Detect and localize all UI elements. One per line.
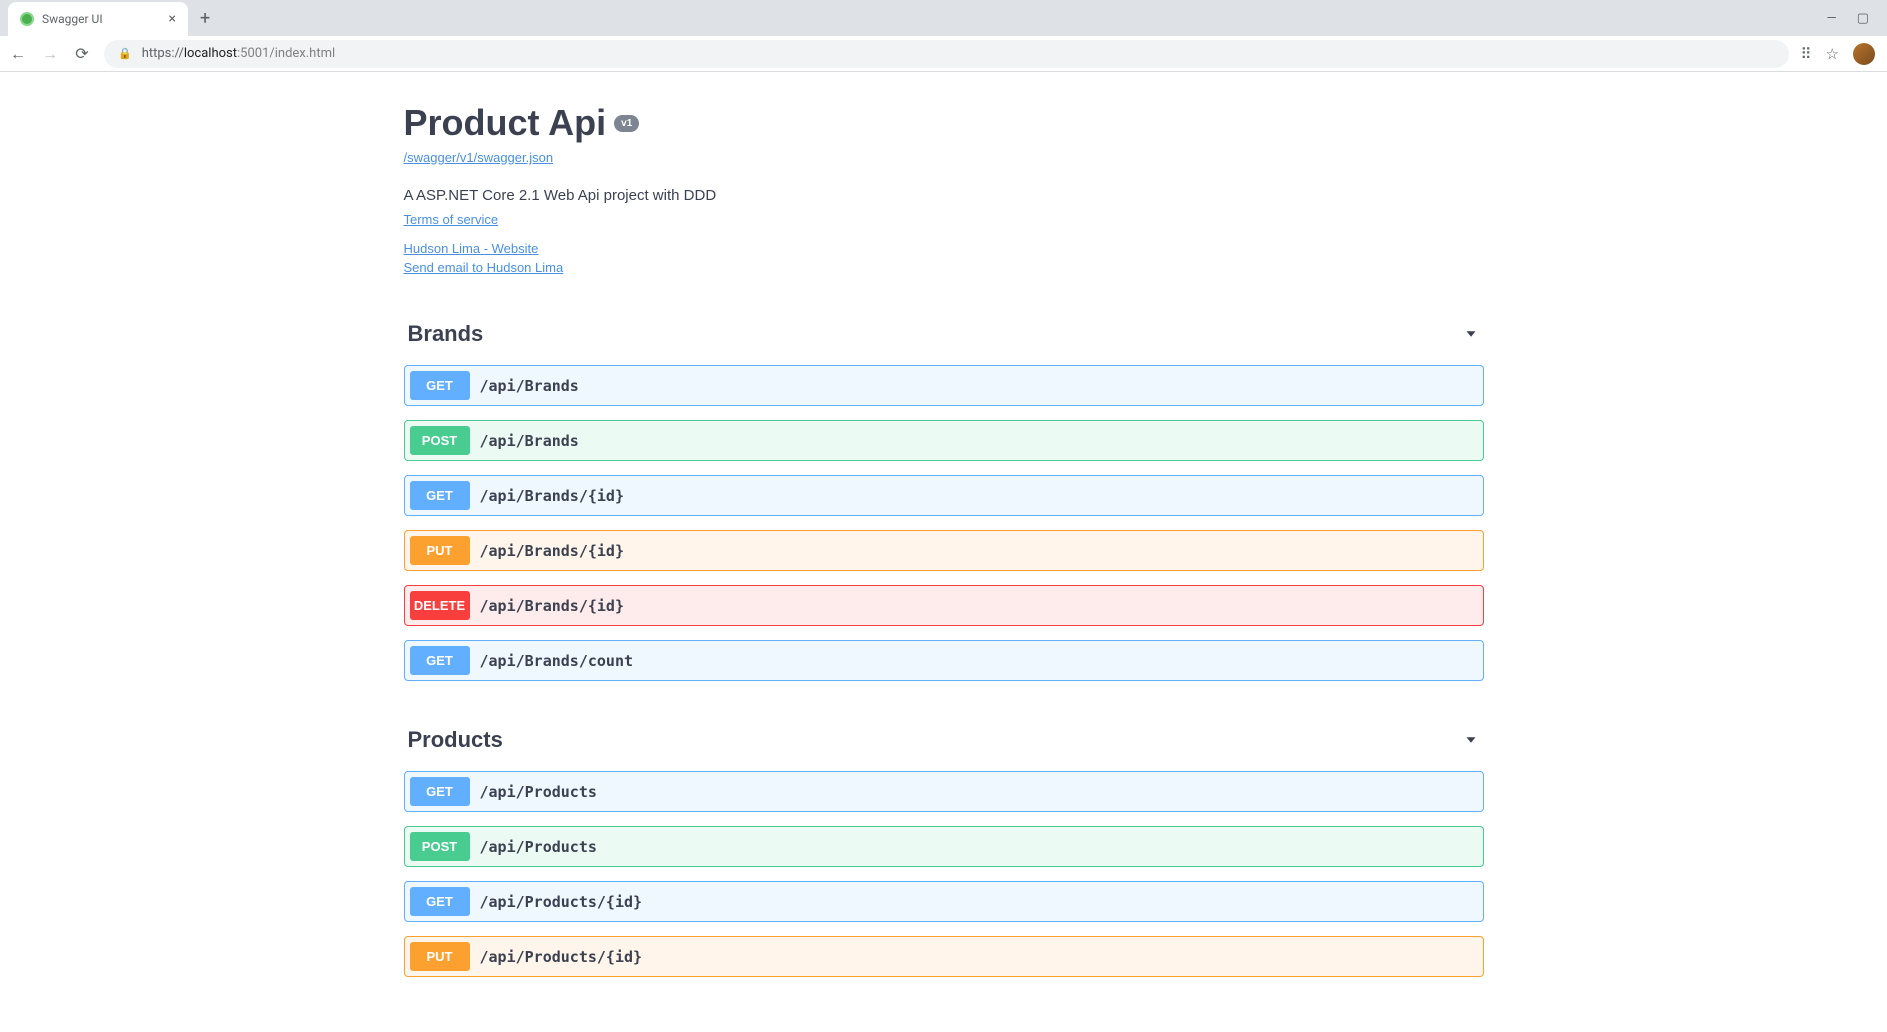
operation-path: /api/Products (480, 838, 597, 856)
method-badge: GET (410, 887, 470, 916)
contact-website-link[interactable]: Hudson Lima - Website (404, 241, 539, 256)
back-button[interactable]: ← (8, 44, 28, 64)
operation-path: /api/Brands (480, 432, 579, 450)
tag-name: Brands (408, 321, 484, 347)
method-badge: PUT (410, 536, 470, 565)
api-description: A ASP.NET Core 2.1 Web Api project with … (404, 187, 1484, 204)
method-badge: GET (410, 646, 470, 675)
api-info-links: Terms of service Hudson Lima - Website S… (404, 212, 1484, 275)
operation-block[interactable]: PUT/api/Brands/{id} (404, 530, 1484, 571)
url-text: https://localhost:5001/index.html (142, 46, 335, 61)
operation-path: /api/Brands/count (480, 652, 634, 670)
operation-summary[interactable]: POST/api/Brands (405, 421, 1483, 460)
operation-block[interactable]: GET/api/Products (404, 771, 1484, 812)
operations-list: GET/api/ProductsPOST/api/ProductsGET/api… (404, 771, 1484, 977)
toolbar-right: ⠿ ☆ (1801, 43, 1879, 65)
tab-strip: Swagger UI × + ― ▢ (0, 0, 1887, 36)
method-badge: DELETE (410, 591, 470, 620)
swagger-favicon-icon (20, 12, 34, 26)
operations-list: GET/api/BrandsPOST/api/BrandsGET/api/Bra… (404, 365, 1484, 681)
operation-block[interactable]: PUT/api/Products/{id} (404, 936, 1484, 977)
lock-icon: 🔒 (118, 47, 132, 60)
tag-name: Products (408, 727, 503, 753)
terms-link[interactable]: Terms of service (404, 212, 499, 227)
browser-chrome: Swagger UI × + ― ▢ ← → ⟳ 🔒 https://local… (0, 0, 1887, 72)
tag-section: BrandsGET/api/BrandsPOST/api/BrandsGET/a… (404, 315, 1484, 681)
operation-summary[interactable]: GET/api/Products/{id} (405, 882, 1483, 921)
reload-button[interactable]: ⟳ (72, 44, 92, 63)
tag-section: ProductsGET/api/ProductsPOST/api/Product… (404, 721, 1484, 977)
operation-path: /api/Products (480, 783, 597, 801)
operation-path: /api/Products/{id} (480, 948, 643, 966)
operation-block[interactable]: GET/api/Brands (404, 365, 1484, 406)
method-badge: GET (410, 481, 470, 510)
method-badge: GET (410, 777, 470, 806)
chevron-down-icon (1462, 325, 1480, 343)
operation-block[interactable]: POST/api/Products (404, 826, 1484, 867)
operation-block[interactable]: GET/api/Products/{id} (404, 881, 1484, 922)
close-tab-icon[interactable]: × (169, 11, 176, 27)
version-badge: v1 (614, 115, 639, 132)
bookmark-star-icon[interactable]: ☆ (1826, 45, 1839, 63)
tab-title: Swagger UI (42, 12, 161, 26)
method-badge: POST (410, 426, 470, 455)
maximize-button[interactable]: ▢ (1857, 11, 1869, 26)
operation-summary[interactable]: PUT/api/Products/{id} (405, 937, 1483, 976)
operation-path: /api/Brands/{id} (480, 542, 625, 560)
tag-header[interactable]: Brands (404, 315, 1484, 359)
api-title: Product Api v1 (404, 102, 640, 144)
swagger-json-link[interactable]: /swagger/v1/swagger.json (404, 150, 1484, 165)
operation-summary[interactable]: PUT/api/Brands/{id} (405, 531, 1483, 570)
method-badge: PUT (410, 942, 470, 971)
operation-summary[interactable]: GET/api/Brands (405, 366, 1483, 405)
browser-toolbar: ← → ⟳ 🔒 https://localhost:5001/index.htm… (0, 36, 1887, 72)
operation-block[interactable]: GET/api/Brands/count (404, 640, 1484, 681)
forward-button[interactable]: → (40, 44, 60, 64)
api-title-text: Product Api (404, 102, 607, 144)
operation-block[interactable]: DELETE/api/Brands/{id} (404, 585, 1484, 626)
minimize-button[interactable]: ― (1827, 11, 1837, 26)
browser-tab[interactable]: Swagger UI × (8, 2, 188, 36)
address-bar[interactable]: 🔒 https://localhost:5001/index.html (104, 40, 1789, 68)
operation-summary[interactable]: GET/api/Brands/{id} (405, 476, 1483, 515)
chevron-down-icon (1462, 731, 1480, 749)
operation-summary[interactable]: POST/api/Products (405, 827, 1483, 866)
method-badge: POST (410, 832, 470, 861)
method-badge: GET (410, 371, 470, 400)
new-tab-button[interactable]: + (200, 8, 210, 29)
contact-email-link[interactable]: Send email to Hudson Lima (404, 260, 564, 275)
profile-avatar[interactable] (1853, 43, 1875, 65)
window-controls: ― ▢ (1827, 11, 1887, 26)
operation-path: /api/Products/{id} (480, 893, 643, 911)
operation-block[interactable]: POST/api/Brands (404, 420, 1484, 461)
operation-summary[interactable]: GET/api/Products (405, 772, 1483, 811)
translate-icon[interactable]: ⠿ (1801, 45, 1812, 63)
swagger-content: Product Api v1 /swagger/v1/swagger.json … (384, 72, 1504, 1021)
operation-path: /api/Brands/{id} (480, 597, 625, 615)
operation-path: /api/Brands (480, 377, 579, 395)
tag-header[interactable]: Products (404, 721, 1484, 765)
operation-block[interactable]: GET/api/Brands/{id} (404, 475, 1484, 516)
operation-path: /api/Brands/{id} (480, 487, 625, 505)
operation-summary[interactable]: DELETE/api/Brands/{id} (405, 586, 1483, 625)
operation-summary[interactable]: GET/api/Brands/count (405, 641, 1483, 680)
